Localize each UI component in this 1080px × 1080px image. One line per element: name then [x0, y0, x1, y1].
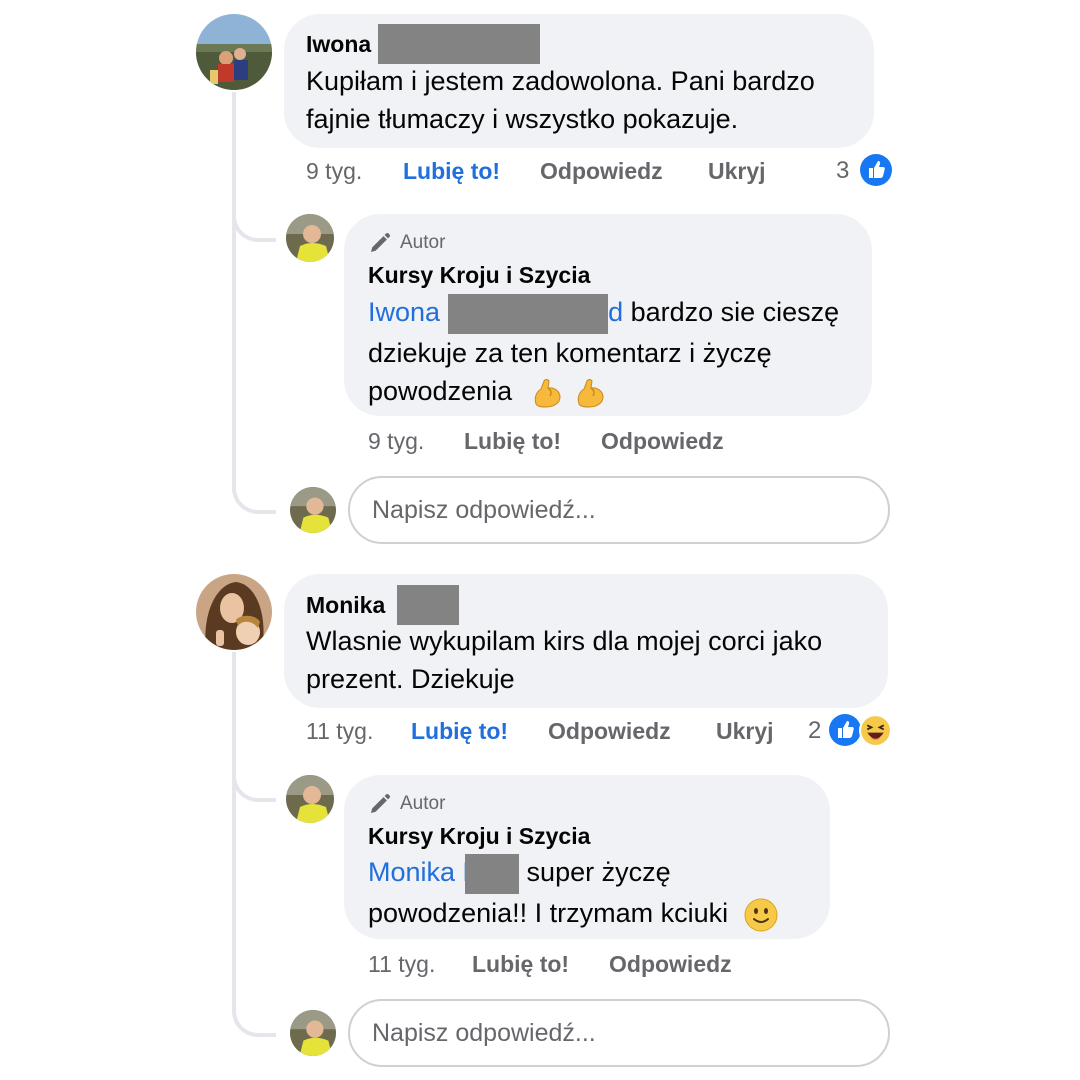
- reply-text-line: dziekuje za ten komentarz i życzę: [368, 337, 772, 368]
- like-icon[interactable]: [860, 154, 892, 186]
- like-button[interactable]: Lubię to!: [472, 951, 569, 978]
- mention-tail[interactable]: d: [608, 297, 623, 327]
- author-badge-label: Autor: [400, 793, 446, 814]
- reply-text: Monika F super życzę powodzenia!! I trzy…: [368, 853, 828, 932]
- current-user-avatar: [290, 1010, 336, 1056]
- thread-elbow: [232, 985, 276, 1037]
- slightly-smiling-face-emoji: [744, 898, 778, 932]
- laughing-icon[interactable]: [859, 714, 892, 747]
- author-badge: Autor: [368, 231, 445, 255]
- reply-timestamp[interactable]: 11 tyg.: [368, 951, 435, 978]
- thread-line: [232, 92, 236, 492]
- thread-line: [232, 652, 236, 1012]
- reply-button[interactable]: Odpowiedz: [548, 718, 671, 745]
- reply-input[interactable]: Napisz odpowiedź...: [348, 999, 890, 1067]
- thread-elbow: [232, 200, 276, 242]
- hide-button[interactable]: Ukryj: [708, 158, 766, 185]
- author-badge: Autor: [368, 792, 445, 816]
- redacted-surname: [397, 585, 459, 625]
- comment-text: Wlasnie wykupilam kirs dla mojej corci j…: [306, 626, 823, 694]
- comment-timestamp[interactable]: 11 tyg.: [306, 718, 373, 745]
- page-avatar[interactable]: [286, 775, 334, 823]
- reply-text-line: powodzenia: [368, 375, 513, 406]
- reply-button[interactable]: Odpowiedz: [609, 951, 732, 978]
- reply-input-placeholder: Napisz odpowiedź...: [372, 1018, 596, 1047]
- redacted-surname: [448, 293, 609, 334]
- page-avatar[interactable]: [286, 214, 334, 262]
- mention-link[interactable]: Iwona: [368, 297, 440, 327]
- thread-elbow: [232, 460, 276, 514]
- flexed-biceps-emoji: [534, 378, 561, 408]
- pencil-icon: [371, 793, 391, 813]
- mention-link[interactable]: Monika F: [368, 857, 479, 887]
- comment-text: Kupiłam i jestem zadowolona. Pani bardzo…: [306, 66, 815, 134]
- like-button[interactable]: Lubię to!: [411, 718, 508, 745]
- reply-text-line: super życzę: [519, 857, 671, 887]
- reply-input[interactable]: Napisz odpowiedź...: [348, 476, 890, 544]
- comment-author[interactable]: Monika: [306, 592, 385, 619]
- reply-text-line: bardzo sie cieszę: [623, 297, 840, 327]
- redacted-surname: [378, 24, 540, 64]
- like-icon[interactable]: [829, 714, 861, 746]
- reply-button[interactable]: Odpowiedz: [540, 158, 663, 185]
- current-user-avatar: [290, 487, 336, 533]
- pencil-icon: [371, 232, 391, 252]
- reply-author[interactable]: Kursy Kroju i Szycia: [368, 262, 590, 289]
- comment-timestamp[interactable]: 9 tyg.: [306, 158, 362, 185]
- reply-text-line: powodzenia!! I trzymam kciuki: [368, 897, 729, 928]
- like-button[interactable]: Lubię to!: [464, 428, 561, 455]
- reply-text: Iwona d bardzo sie cieszę dziekuje za ten…: [368, 293, 868, 410]
- flexed-biceps-emoji: [577, 378, 604, 408]
- reaction-count[interactable]: 3: [836, 157, 849, 185]
- reaction-count[interactable]: 2: [808, 717, 821, 745]
- hide-button[interactable]: Ukryj: [716, 718, 774, 745]
- thread-elbow: [232, 760, 276, 802]
- reply-author[interactable]: Kursy Kroju i Szycia: [368, 823, 590, 850]
- like-button[interactable]: Lubię to!: [403, 158, 500, 185]
- reply-timestamp[interactable]: 9 tyg.: [368, 428, 424, 455]
- comment-author[interactable]: Iwona: [306, 31, 371, 58]
- author-badge-label: Autor: [400, 232, 446, 253]
- reply-button[interactable]: Odpowiedz: [601, 428, 724, 455]
- avatar[interactable]: [196, 14, 272, 90]
- redacted-surname: [465, 853, 520, 894]
- reply-input-placeholder: Napisz odpowiedź...: [372, 495, 596, 524]
- avatar[interactable]: [196, 574, 272, 650]
